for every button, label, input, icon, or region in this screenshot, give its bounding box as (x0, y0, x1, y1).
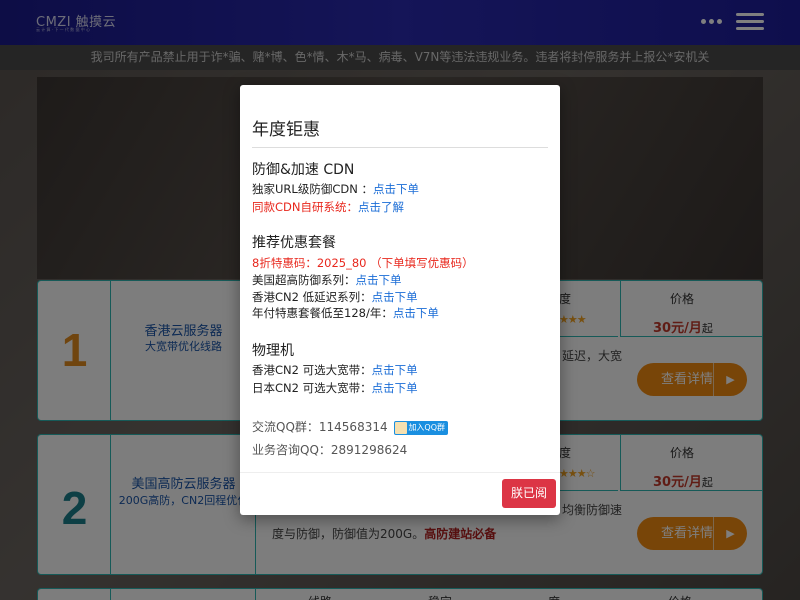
promo-line: 独家URL级防御CDN ：点击下单 (252, 182, 419, 196)
modal-title: 年度钜惠 (252, 120, 320, 140)
coupon-code-line: 8折特惠码：2025_80 （下单填写优惠码） (252, 256, 474, 270)
order-link[interactable]: 点击下单 (373, 182, 419, 196)
promo-line: 年付特惠套餐低至128/年：点击下单 (252, 306, 439, 320)
promo-line: 日本CN2 可选大宽带：点击下单 (252, 381, 418, 395)
qq-consult-line: 业务咨询QQ：2891298624 (252, 443, 408, 457)
promo-modal: 年度钜惠 防御&加速 CDN 独家URL级防御CDN ：点击下单 同款CDN自研… (240, 85, 560, 515)
qq-group-line: 交流QQ群：114568314 加入QQ群 (252, 418, 449, 435)
section-title-packages: 推荐优惠套餐 (252, 235, 336, 251)
order-link[interactable]: 点击下单 (372, 363, 418, 377)
acknowledge-button[interactable]: 朕已阅 (502, 479, 556, 508)
order-link[interactable]: 点击下单 (372, 290, 418, 304)
promo-line: 同款CDN自研系统：点击了解 (252, 200, 404, 214)
order-link[interactable]: 点击下单 (356, 273, 402, 287)
section-title-cdn: 防御&加速 CDN (252, 162, 355, 178)
join-qq-group-button[interactable]: 加入QQ群 (394, 420, 449, 435)
order-link[interactable]: 点击下单 (393, 306, 439, 320)
promo-line: 香港CN2 可选大宽带：点击下单 (252, 363, 418, 377)
qq-avatar-icon (395, 421, 408, 434)
divider (252, 147, 548, 148)
section-title-dedicated: 物理机 (252, 343, 294, 359)
learn-more-link[interactable]: 点击了解 (358, 200, 404, 214)
promo-line: 美国超高防御系列：点击下单 (252, 273, 402, 287)
modal-footer-divider (240, 472, 560, 473)
order-link[interactable]: 点击下单 (372, 381, 418, 395)
promo-line: 香港CN2 低延迟系列：点击下单 (252, 290, 418, 304)
